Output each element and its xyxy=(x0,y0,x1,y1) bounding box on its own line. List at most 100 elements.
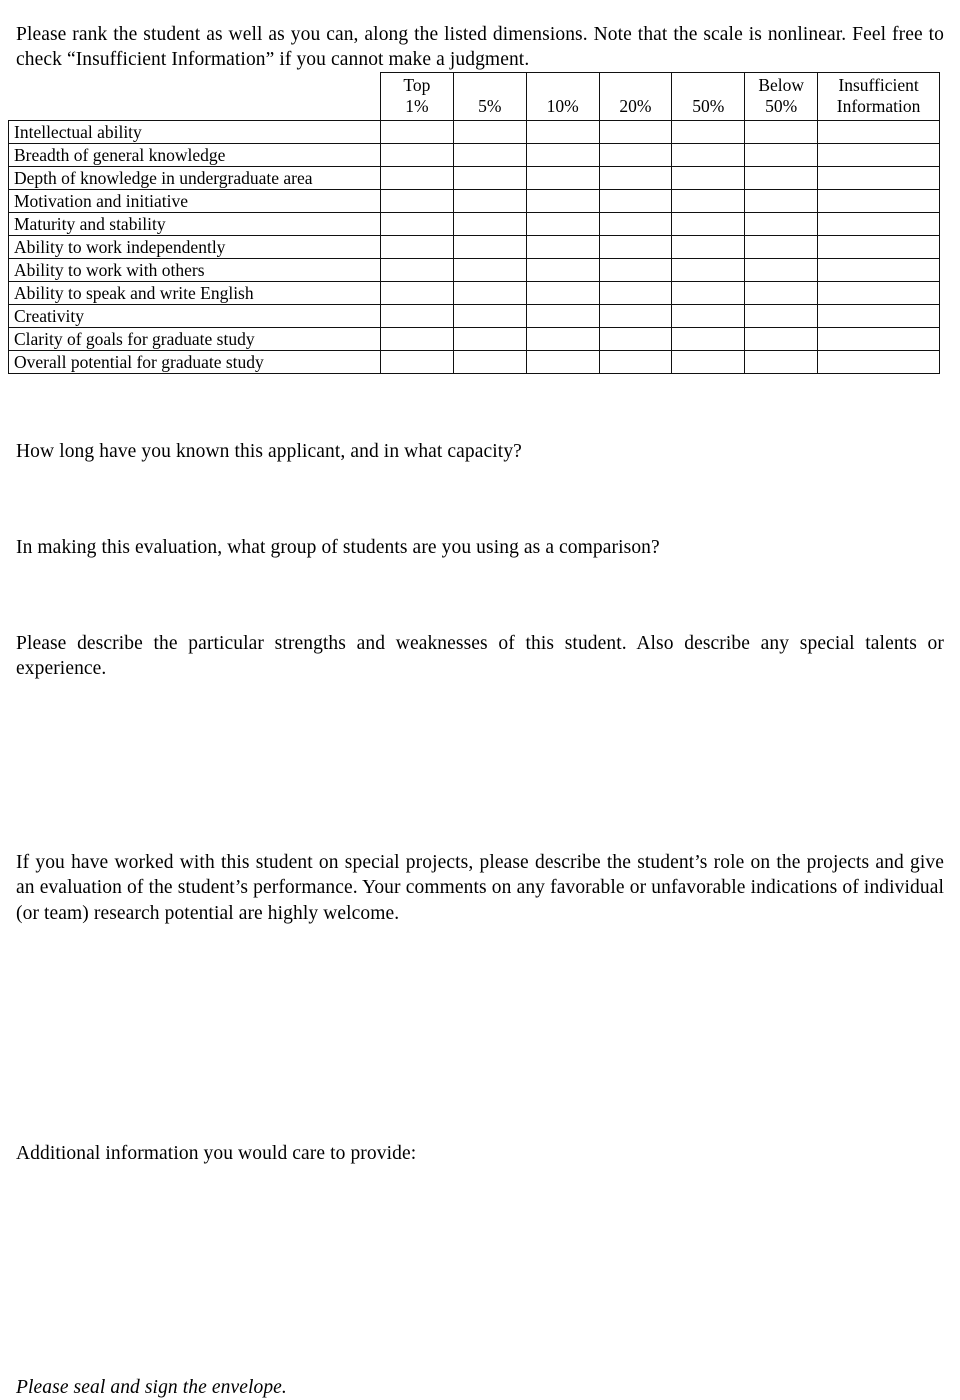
checkbox-cell-5-percent[interactable] xyxy=(453,328,526,351)
checkbox-cell-10-percent[interactable] xyxy=(526,282,599,305)
column-header-line2: 50% xyxy=(749,96,813,117)
checkbox-cell-50-percent[interactable] xyxy=(672,259,745,282)
checkbox-cell-top-1-percent[interactable] xyxy=(380,190,453,213)
checkbox-cell-50-percent[interactable] xyxy=(672,282,745,305)
checkbox-cell-10-percent[interactable] xyxy=(526,144,599,167)
checkbox-cell-20-percent[interactable] xyxy=(599,236,672,259)
dimension-column-header xyxy=(9,73,381,121)
table-row: Motivation and initiative xyxy=(9,190,940,213)
checkbox-cell-50-percent[interactable] xyxy=(672,236,745,259)
checkbox-cell-20-percent[interactable] xyxy=(599,121,672,144)
checkbox-cell-50-percent[interactable] xyxy=(672,305,745,328)
checkbox-cell-20-percent[interactable] xyxy=(599,213,672,236)
checkbox-cell-below-50-percent[interactable] xyxy=(745,351,818,374)
row-label: Depth of knowledge in undergraduate area xyxy=(9,167,381,190)
checkbox-cell-10-percent[interactable] xyxy=(526,259,599,282)
checkbox-cell-10-percent[interactable] xyxy=(526,328,599,351)
checkbox-cell-below-50-percent[interactable] xyxy=(745,328,818,351)
column-header-line1: Below xyxy=(749,75,813,96)
checkbox-cell-50-percent[interactable] xyxy=(672,190,745,213)
checkbox-cell-below-50-percent[interactable] xyxy=(745,213,818,236)
column-header-50-percent: 50% xyxy=(672,73,745,121)
checkbox-cell-10-percent[interactable] xyxy=(526,236,599,259)
checkbox-cell-below-50-percent[interactable] xyxy=(745,167,818,190)
column-header-line1: Top xyxy=(385,75,449,96)
checkbox-cell-5-percent[interactable] xyxy=(453,236,526,259)
checkbox-cell-insufficient-information[interactable] xyxy=(818,328,940,351)
checkbox-cell-5-percent[interactable] xyxy=(453,190,526,213)
checkbox-cell-below-50-percent[interactable] xyxy=(745,282,818,305)
checkbox-cell-10-percent[interactable] xyxy=(526,167,599,190)
checkbox-cell-20-percent[interactable] xyxy=(599,167,672,190)
checkbox-cell-below-50-percent[interactable] xyxy=(745,259,818,282)
question-strengths-weaknesses: Please describe the particular strengths… xyxy=(16,631,944,682)
question-comparison-group: In making this evaluation, what group of… xyxy=(16,535,944,561)
checkbox-cell-top-1-percent[interactable] xyxy=(380,259,453,282)
rating-table: Top 1% 5% 10% 20% xyxy=(8,72,940,374)
checkbox-cell-10-percent[interactable] xyxy=(526,351,599,374)
checkbox-cell-insufficient-information[interactable] xyxy=(818,121,940,144)
checkbox-cell-5-percent[interactable] xyxy=(453,259,526,282)
checkbox-cell-5-percent[interactable] xyxy=(453,121,526,144)
checkbox-cell-20-percent[interactable] xyxy=(599,328,672,351)
checkbox-cell-below-50-percent[interactable] xyxy=(745,144,818,167)
checkbox-cell-insufficient-information[interactable] xyxy=(818,351,940,374)
checkbox-cell-below-50-percent[interactable] xyxy=(745,190,818,213)
checkbox-cell-20-percent[interactable] xyxy=(599,351,672,374)
checkbox-cell-10-percent[interactable] xyxy=(526,213,599,236)
checkbox-cell-50-percent[interactable] xyxy=(672,328,745,351)
checkbox-cell-top-1-percent[interactable] xyxy=(380,144,453,167)
checkbox-cell-5-percent[interactable] xyxy=(453,144,526,167)
checkbox-cell-10-percent[interactable] xyxy=(526,305,599,328)
checkbox-cell-10-percent[interactable] xyxy=(526,190,599,213)
checkbox-cell-below-50-percent[interactable] xyxy=(745,121,818,144)
column-header-line2: 1% xyxy=(385,96,449,117)
checkbox-cell-top-1-percent[interactable] xyxy=(380,305,453,328)
row-label: Ability to work independently xyxy=(9,236,381,259)
checkbox-cell-top-1-percent[interactable] xyxy=(380,167,453,190)
checkbox-cell-20-percent[interactable] xyxy=(599,144,672,167)
checkbox-cell-insufficient-information[interactable] xyxy=(818,190,940,213)
checkbox-cell-insufficient-information[interactable] xyxy=(818,167,940,190)
row-label: Overall potential for graduate study xyxy=(9,351,381,374)
checkbox-cell-5-percent[interactable] xyxy=(453,351,526,374)
checkbox-cell-below-50-percent[interactable] xyxy=(745,305,818,328)
column-header-line2: Information xyxy=(822,96,935,117)
checkbox-cell-50-percent[interactable] xyxy=(672,121,745,144)
checkbox-cell-top-1-percent[interactable] xyxy=(380,282,453,305)
checkbox-cell-50-percent[interactable] xyxy=(672,213,745,236)
checkbox-cell-5-percent[interactable] xyxy=(453,167,526,190)
checkbox-cell-top-1-percent[interactable] xyxy=(380,351,453,374)
column-header-below-50-percent: Below 50% xyxy=(745,73,818,121)
checkbox-cell-20-percent[interactable] xyxy=(599,305,672,328)
checkbox-cell-5-percent[interactable] xyxy=(453,305,526,328)
row-label: Ability to speak and write English xyxy=(9,282,381,305)
table-row: Creativity xyxy=(9,305,940,328)
checkbox-cell-insufficient-information[interactable] xyxy=(818,236,940,259)
checkbox-cell-20-percent[interactable] xyxy=(599,259,672,282)
checkbox-cell-20-percent[interactable] xyxy=(599,190,672,213)
checkbox-cell-10-percent[interactable] xyxy=(526,121,599,144)
checkbox-cell-20-percent[interactable] xyxy=(599,282,672,305)
checkbox-cell-insufficient-information[interactable] xyxy=(818,282,940,305)
checkbox-cell-top-1-percent[interactable] xyxy=(380,236,453,259)
table-row: Depth of knowledge in undergraduate area xyxy=(9,167,940,190)
checkbox-cell-top-1-percent[interactable] xyxy=(380,213,453,236)
intro-instructions: Please rank the student as well as you c… xyxy=(16,22,944,73)
checkbox-cell-top-1-percent[interactable] xyxy=(380,121,453,144)
checkbox-cell-50-percent[interactable] xyxy=(672,144,745,167)
checkbox-cell-insufficient-information[interactable] xyxy=(818,305,940,328)
rating-table-body: Intellectual ability Breadth of general … xyxy=(9,121,940,374)
checkbox-cell-5-percent[interactable] xyxy=(453,282,526,305)
checkbox-cell-top-1-percent[interactable] xyxy=(380,328,453,351)
checkbox-cell-below-50-percent[interactable] xyxy=(745,236,818,259)
checkbox-cell-5-percent[interactable] xyxy=(453,213,526,236)
rating-table-header-row: Top 1% 5% 10% 20% xyxy=(9,73,940,121)
checkbox-cell-insufficient-information[interactable] xyxy=(818,259,940,282)
column-header-line2: 5% xyxy=(458,96,522,117)
checkbox-cell-insufficient-information[interactable] xyxy=(818,213,940,236)
rating-table-container: Top 1% 5% 10% 20% xyxy=(8,72,940,374)
checkbox-cell-insufficient-information[interactable] xyxy=(818,144,940,167)
checkbox-cell-50-percent[interactable] xyxy=(672,351,745,374)
checkbox-cell-50-percent[interactable] xyxy=(672,167,745,190)
